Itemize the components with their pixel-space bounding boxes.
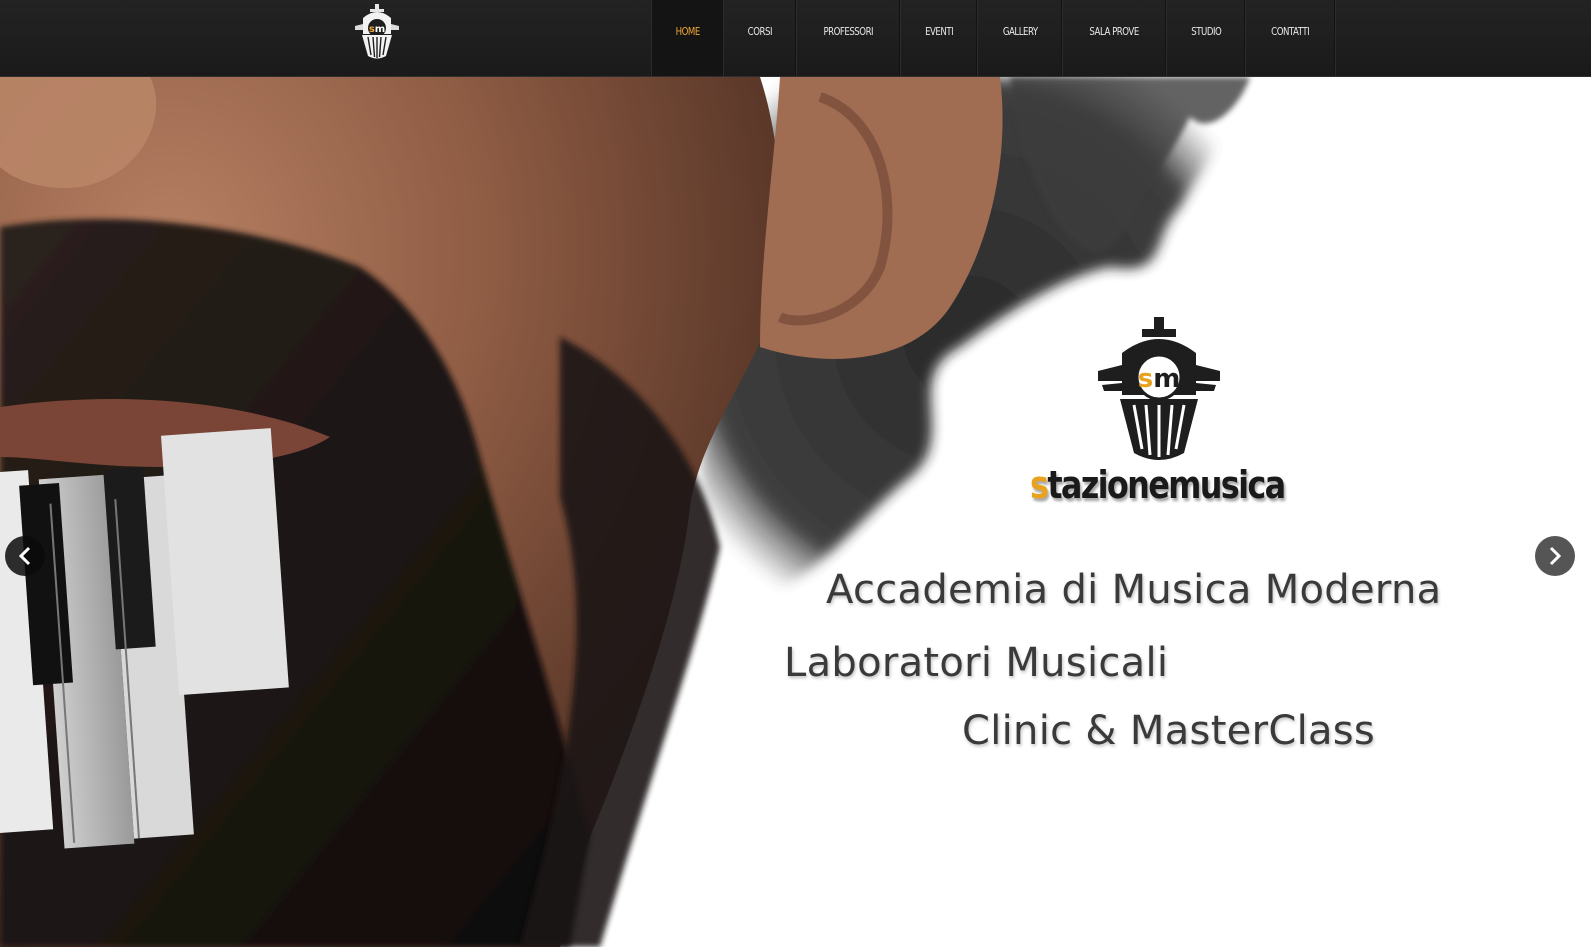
nav-item-gallery[interactable]: GALLERY (978, 0, 1064, 76)
nav-item-professori[interactable]: PROFESSORI (797, 0, 901, 76)
slider-next-button[interactable] (1535, 536, 1575, 576)
chevron-left-icon (18, 546, 31, 566)
site-logo[interactable]: sm (353, 4, 401, 62)
nav-item-label: CONTATTI (1271, 26, 1310, 38)
page: sm HOME CORSI PROFESSORI EVENTI GALLERY … (0, 0, 1591, 947)
hero-photo (0, 77, 1250, 947)
nav-item-label: SALA PROVE (1089, 26, 1140, 38)
wordmark-first-letter: s (1030, 463, 1049, 507)
hero-logo-wordmark: stazionemusica (1030, 463, 1286, 513)
nav-item-sala-prove[interactable]: SALA PROVE (1063, 0, 1167, 76)
tagline-laboratori: Laboratori Musicali (784, 640, 1169, 686)
nav-item-corsi[interactable]: CORSI (724, 0, 798, 76)
top-navigation-bar: sm HOME CORSI PROFESSORI EVENTI GALLERY … (0, 0, 1591, 77)
tagline-accademia: Accademia di Musica Moderna (826, 567, 1442, 613)
svg-text:sm: sm (1138, 364, 1181, 394)
nav-item-label: HOME (675, 26, 701, 38)
main-menu: HOME CORSI PROFESSORI EVENTI GALLERY SAL… (651, 0, 1336, 76)
hero-logo-emblem: sm (1098, 317, 1220, 460)
nav-item-label: PROFESSORI (823, 26, 874, 38)
hero-slider: sm stazionemusica Accademia di Musica Mo… (0, 77, 1591, 947)
slider-prev-button[interactable] (5, 536, 45, 576)
nav-item-studio[interactable]: STUDIO (1167, 0, 1247, 76)
wordmark-rest: tazionemusica (1047, 463, 1286, 507)
nav-item-home[interactable]: HOME (652, 0, 725, 76)
chevron-right-icon (1549, 546, 1562, 566)
nav-item-contatti[interactable]: CONTATTI (1246, 0, 1336, 76)
nav-item-eventi[interactable]: EVENTI (901, 0, 978, 76)
nav-item-label: STUDIO (1190, 26, 1222, 38)
nav-item-label: EVENTI (924, 26, 954, 38)
svg-text:sm: sm (369, 24, 385, 35)
nav-item-label: CORSI (748, 26, 773, 38)
tagline-clinic: Clinic & MasterClass (962, 708, 1376, 754)
nav-item-label: GALLERY (1002, 26, 1038, 38)
